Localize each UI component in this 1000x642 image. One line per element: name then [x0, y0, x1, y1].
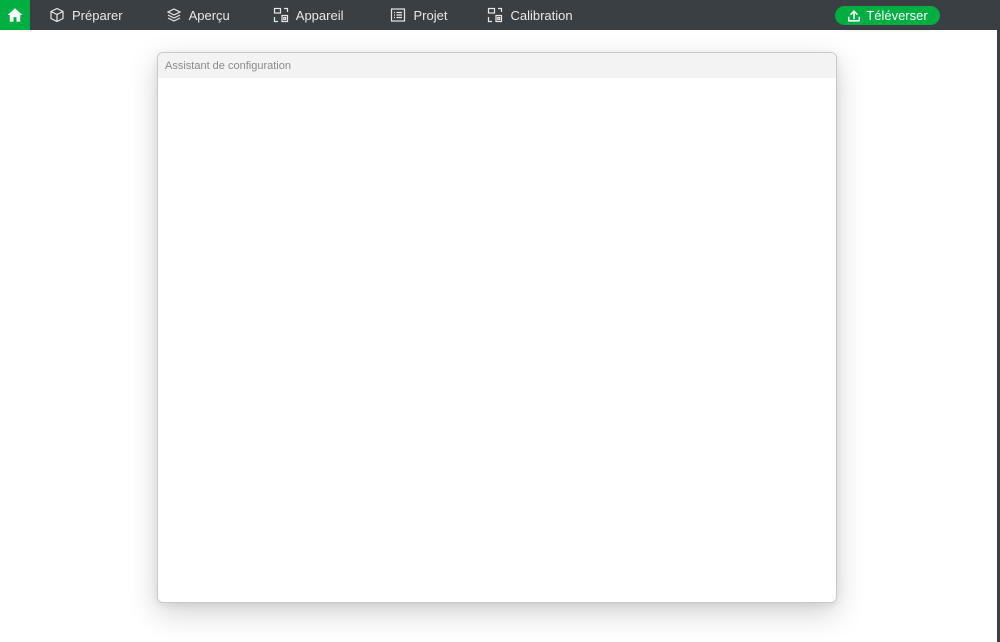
upload-button[interactable]: Téléverser	[835, 6, 940, 25]
nav-tab-preparer[interactable]: Préparer	[49, 0, 123, 30]
dialog-content-area	[158, 78, 836, 602]
nav-tab-label: Préparer	[72, 7, 123, 23]
upload-button-label: Téléverser	[866, 8, 928, 23]
nav-tab-label: Appareil	[295, 7, 344, 23]
cube-icon	[50, 7, 64, 23]
nav-tab-label: Aperçu	[188, 7, 230, 23]
upload-icon	[848, 9, 861, 22]
setup-wizard-dialog: Assistant de configuration	[157, 52, 837, 603]
nav-tab-label: Projet	[413, 7, 448, 23]
nav-tab-projet[interactable]: Projet	[390, 0, 447, 30]
project-icon	[391, 8, 406, 22]
main-nav: Préparer Aperçu Appareil Projet Calibrat…	[30, 0, 573, 30]
app-window: Préparer Aperçu Appareil Projet Calibrat…	[0, 0, 1000, 642]
layers-icon	[166, 8, 181, 22]
nav-tab-label: Calibration	[510, 7, 573, 23]
device-icon	[273, 7, 288, 23]
dialog-title: Assistant de configuration	[165, 59, 291, 72]
top-navigation-bar: Préparer Aperçu Appareil Projet Calibrat…	[0, 0, 1000, 30]
nav-tab-appareil[interactable]: Appareil	[273, 0, 344, 30]
nav-tab-calibration[interactable]: Calibration	[487, 0, 573, 30]
dialog-title-bar[interactable]: Assistant de configuration	[158, 53, 836, 78]
home-button[interactable]	[0, 0, 30, 30]
home-icon	[7, 8, 23, 22]
nav-tab-apercu[interactable]: Aperçu	[166, 0, 230, 30]
calibration-icon	[488, 7, 503, 23]
